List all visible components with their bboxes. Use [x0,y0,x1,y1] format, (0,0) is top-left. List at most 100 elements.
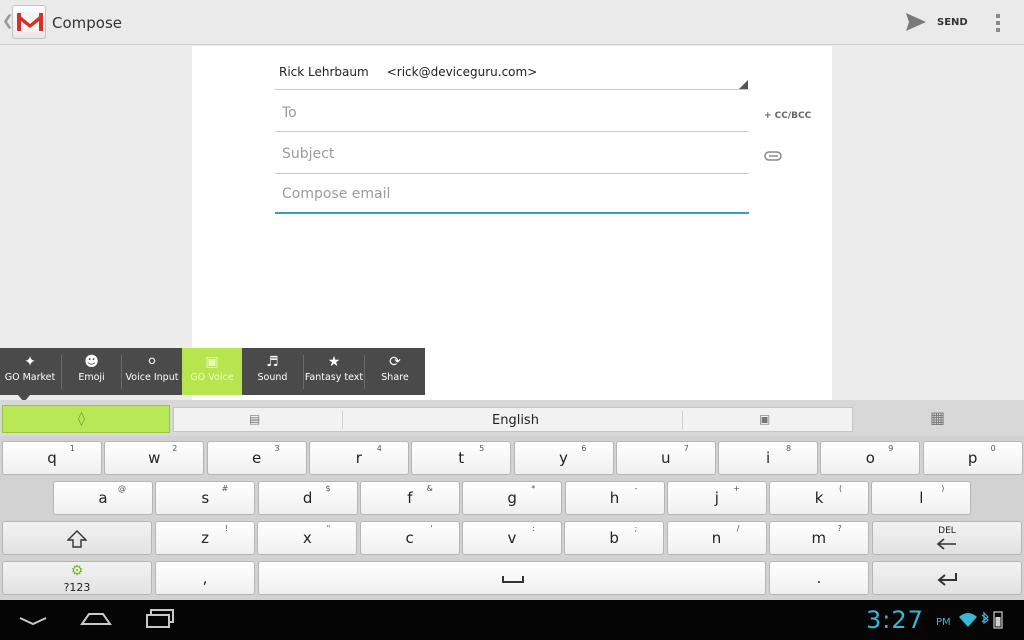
popup-fantasy-text[interactable]: ★ Fantasy text [304,348,364,395]
popup-go-voice[interactable]: ▣ GO Voice [182,348,242,395]
key-label: x [302,529,312,547]
battery-icon [993,611,1003,629]
cc-bcc-button[interactable]: + CC/BCC [764,111,811,121]
key-secondary-label: 6 [581,444,587,453]
send-label: SEND [937,17,968,28]
key-label: y [559,449,568,467]
key-label: l [919,489,924,507]
microphone-icon: ⚪ [146,354,158,370]
key-f[interactable]: f & [359,481,460,515]
key-h[interactable]: h- [564,481,665,515]
key-e[interactable]: e3 [206,441,307,475]
puzzle-icon: ✦ [24,354,36,370]
key-secondary-label: + [733,484,740,493]
key-label: f [407,489,413,507]
key-t[interactable]: t5 [411,441,512,475]
soft-keyboard: ◊ ▤ English ▣ ▦ q 1 w 2 e 3 r 4 t 5 y 6 u 7 i 8 o 9 p 0 a @ s #… [0,400,1024,600]
key-label: z [201,529,209,547]
key-secondary-label: ? [837,524,842,533]
space-key[interactable] [258,561,766,595]
key-secondary-label: " [326,524,331,533]
compose-body-field[interactable]: Compose email [282,186,390,202]
send-icon [906,13,926,31]
key-label: r [355,449,362,467]
popup-sound[interactable]: ♬ Sound [242,348,303,395]
nav-back-icon[interactable] [18,608,48,628]
toolbar-toggle-button[interactable]: ◊ [2,405,170,433]
send-button[interactable]: SEND [902,8,970,36]
key-q[interactable]: q1 [2,441,102,475]
candidate-bar: ◊ ▤ English ▣ ▦ [0,400,1024,436]
dropdown-arrow-icon[interactable] [739,80,748,89]
key-p[interactable]: p0 [922,441,1023,475]
paperclip-icon[interactable] [764,151,782,161]
popup-voice-input[interactable]: ⚪ Voice Input [122,348,182,395]
key-c[interactable]: c ' [359,521,460,555]
key-y[interactable]: y6 [513,441,614,475]
to-field[interactable]: To [282,105,297,121]
key-m[interactable]: m? [768,521,869,555]
key-secondary-label: ' [430,524,433,533]
nav-home-icon[interactable] [80,608,112,628]
delete-key[interactable]: DEL [872,521,1022,555]
key-u[interactable]: u7 [615,441,716,475]
key-label: c [405,529,414,547]
popup-emoji[interactable]: ☻ Emoji [62,348,121,395]
language-label[interactable]: English [492,413,539,428]
symbols-label: ?123 [63,581,91,594]
key-label: e [251,449,262,467]
overflow-menu-icon[interactable] [990,12,1006,34]
keyboard-switch-icon[interactable]: ▤ [249,412,260,426]
popup-go-market[interactable]: ✦ GO Market [0,348,60,395]
key-b[interactable]: b; [564,521,665,555]
key-z[interactable]: z! [155,521,255,555]
key-period[interactable]: . [769,561,869,595]
popup-share[interactable]: ⟳ Share [365,348,425,395]
status-clock: 3:27 [866,606,924,634]
key-d[interactable]: d $ [257,481,358,515]
key-label: i [766,449,771,467]
from-account-selector[interactable]: Rick Lehrbaum <rick@deviceguru.com> [279,65,537,79]
nav-recent-apps-icon[interactable] [145,608,177,630]
enter-key[interactable] [872,561,1022,595]
voice-mode-icon[interactable]: ▣ [759,412,770,426]
key-o[interactable]: o9 [820,441,921,475]
key-l[interactable]: l) [871,481,972,515]
key-j[interactable]: j + [666,481,767,515]
shift-icon [67,530,87,548]
key-secondary-label: - [634,484,638,493]
action-bar: ❮ Compose SEND [0,0,1024,45]
status-ampm: PM [936,617,951,628]
subject-field[interactable]: Subject [282,146,334,162]
keyboard-hide-icon[interactable]: ▦ [930,408,945,427]
key-secondary-label: ; [634,524,638,533]
key-secondary-label: 0 [990,444,996,453]
key-v[interactable]: v: [461,521,562,555]
key-secondary-label: / [736,524,740,533]
key-label: t [458,449,465,467]
key-r[interactable]: r4 [308,441,409,475]
key-label: k [814,489,824,507]
key-comma[interactable]: , [155,561,255,595]
shift-key[interactable] [2,521,152,555]
go-voice-icon: ▣ [205,354,219,370]
key-n[interactable]: n / [666,521,767,555]
key-secondary-label: 5 [479,444,485,453]
page-title: Compose [52,14,123,32]
gmail-logo-icon[interactable] [12,5,46,39]
key-secondary-label: 1 [69,444,75,453]
key-w[interactable]: w2 [104,441,205,475]
system-navigation-bar: 3:27 PM [0,600,1024,640]
space-icon [502,576,524,583]
key-x[interactable]: x " [257,521,358,555]
key-k[interactable]: k( [769,481,870,515]
key-g[interactable]: g * [462,481,563,515]
key-i[interactable]: i8 [718,441,819,475]
key-a[interactable]: a @ [53,481,153,515]
symbols-key[interactable]: ⚙ ?123 [2,561,152,595]
key-label: p [967,449,978,467]
key-secondary-label: # [221,484,229,493]
key-s[interactable]: s # [155,481,256,515]
candidate-strip[interactable]: ▤ English ▣ [173,407,853,432]
status-icons[interactable] [958,611,1020,631]
